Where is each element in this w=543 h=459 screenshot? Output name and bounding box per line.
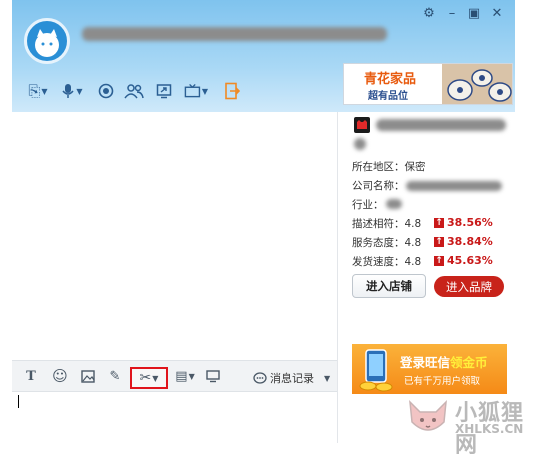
screenshot-scissors-button[interactable]: ✂ ▼ — [130, 367, 168, 389]
phone-coins-icon — [359, 349, 393, 392]
edit-icon: ✎ — [109, 368, 121, 384]
chevron-down-icon: ▼ — [201, 86, 208, 96]
chevron-down-icon: ▼ — [152, 373, 159, 383]
tv-icon — [184, 83, 201, 98]
teapot-product-image — [442, 64, 512, 104]
text-cursor — [18, 395, 19, 408]
remote-assist-button[interactable]: ▼ — [184, 80, 208, 102]
message-history-button[interactable]: 消息记录 ▼ — [253, 370, 330, 386]
chevron-down-icon: ▼ — [76, 86, 83, 96]
rating-description-label: 描述相符：4.8 — [352, 218, 422, 230]
shop-name-line2-redacted — [354, 138, 366, 150]
message-history-area[interactable] — [12, 112, 337, 360]
share-button[interactable] — [220, 80, 244, 102]
arrow-up-icon: ↑ — [434, 217, 444, 228]
ad-subtitle: 超有品位 — [368, 91, 408, 102]
monitor-button[interactable] — [204, 368, 222, 384]
fox-logo-watermark — [409, 399, 447, 431]
avatar-icon — [35, 29, 59, 57]
chat-bubble-icon — [253, 371, 267, 384]
table-button[interactable]: ▤ ▼ — [172, 368, 198, 384]
promo-subtitle: 已有千万用户领取 — [404, 376, 481, 387]
industry-redacted — [386, 199, 402, 209]
emoji-icon: ☺ — [52, 367, 68, 385]
chevron-down-icon: ▼ — [324, 373, 331, 383]
shop-name-redacted — [376, 119, 506, 131]
chevron-down-icon: ▼ — [41, 86, 48, 96]
rating-service-label: 服务态度：4.8 — [352, 237, 422, 249]
watermark-url: XHLKS.CN — [455, 422, 524, 436]
contacts-icon — [124, 84, 144, 99]
company-label: 公司名称： — [352, 180, 405, 192]
ad-banner[interactable]: 青花家品 超有品位 — [343, 63, 513, 105]
promo-title: 登录旺信领金币 — [400, 355, 488, 370]
industry-label: 行业： — [352, 199, 384, 211]
rating-shipping-percent: ↑ 45.63% — [434, 254, 493, 267]
company-name-redacted — [406, 181, 502, 191]
table-icon: ▤ — [175, 368, 188, 384]
screen-share-button[interactable] — [152, 80, 176, 102]
video-icon — [98, 83, 114, 99]
voice-button[interactable]: ▼ — [60, 80, 84, 102]
emoji-button[interactable]: ☺ — [51, 367, 69, 385]
chevron-down-icon: ▼ — [188, 371, 195, 381]
arrow-up-icon: ↑ — [434, 236, 444, 247]
video-button[interactable] — [94, 80, 118, 102]
message-input[interactable] — [12, 392, 337, 443]
region-label: 所在地区：保密 — [352, 161, 426, 173]
ad-title: 青花家品 — [364, 72, 417, 87]
arrow-up-icon: ↑ — [434, 255, 444, 266]
close-icon[interactable]: ✕ — [490, 6, 504, 21]
rating-shipping-label: 发货速度：4.8 — [352, 256, 422, 268]
tmall-shop-icon — [354, 117, 370, 133]
font-button[interactable]: T — [22, 368, 40, 384]
enter-shop-button[interactable]: 进入店铺 — [352, 274, 426, 298]
image-icon — [81, 369, 95, 383]
rating-description-percent: ↑ 38.56% — [434, 216, 493, 229]
promo-banner[interactable]: 登录旺信领金币 已有千万用户领取 — [352, 344, 507, 394]
enter-brand-button[interactable]: 进入品牌 — [434, 276, 504, 297]
user-avatar[interactable] — [24, 18, 70, 64]
maximize-icon[interactable]: ▣ — [467, 6, 481, 21]
minimize-icon[interactable]: – — [445, 6, 459, 21]
screen-share-icon — [156, 84, 172, 99]
rating-service-percent: ↑ 38.84% — [434, 235, 493, 248]
share-icon — [225, 82, 240, 100]
microphone-icon — [62, 84, 74, 98]
message-history-label: 消息记录 — [270, 372, 314, 385]
file-transfer-button[interactable]: ⎘ ▼ — [26, 80, 50, 102]
settings-gear-icon[interactable]: ⚙ — [422, 6, 436, 21]
file-transfer-icon: ⎘ — [28, 82, 41, 100]
scissors-icon: ✂ — [139, 370, 152, 386]
contact-name-redacted — [82, 27, 387, 41]
contacts-button[interactable] — [122, 80, 146, 102]
font-icon: T — [26, 368, 36, 384]
image-button[interactable] — [79, 368, 97, 384]
edit-button[interactable]: ✎ — [106, 368, 124, 384]
monitor-icon — [206, 369, 220, 382]
